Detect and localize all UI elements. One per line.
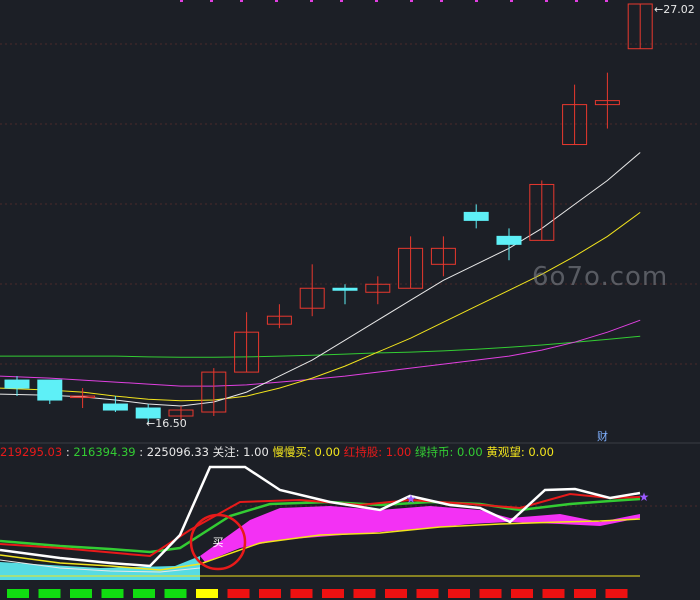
candle-body-0 bbox=[4, 379, 30, 389]
candlesticks bbox=[4, 3, 653, 424]
top-dash-0 bbox=[180, 0, 183, 2]
top-dash-10 bbox=[510, 0, 513, 2]
indicator-guanzhu: 关注: 1.00 bbox=[212, 445, 269, 459]
indicator-lvchi: 绿持币: 0.00 bbox=[415, 445, 483, 459]
indicator-value-1: 219295.03 bbox=[0, 445, 63, 459]
high-price-label: ←27.02 bbox=[654, 3, 695, 16]
sep-1: : bbox=[62, 445, 74, 459]
indicator-panel: ★ ★ 买 bbox=[0, 465, 650, 598]
low-price-label: ←16.50 bbox=[146, 417, 187, 430]
buy-label: 买 bbox=[213, 536, 224, 549]
candle-body-3 bbox=[102, 403, 128, 411]
candle-body-10 bbox=[332, 287, 358, 291]
signal-square-15 bbox=[479, 589, 502, 598]
ma-magenta-line bbox=[0, 319, 641, 387]
signal-square-7 bbox=[227, 589, 250, 598]
sep-2: : bbox=[135, 445, 147, 459]
indicator-huangguan: 黄观望: 0.00 bbox=[486, 445, 554, 459]
signal-square-10 bbox=[322, 589, 344, 598]
top-dash-1 bbox=[210, 0, 213, 2]
signal-square-12 bbox=[385, 589, 407, 598]
top-dash-6 bbox=[375, 0, 378, 2]
indicator-legend: 219295.03 : 216394.39 : 225096.33 关注: 1.… bbox=[0, 443, 700, 461]
top-dash-5 bbox=[340, 0, 343, 2]
candle-body-1 bbox=[37, 379, 63, 401]
top-dash-8 bbox=[440, 0, 443, 2]
top-dash-13 bbox=[605, 0, 608, 2]
signal-square-3 bbox=[101, 589, 124, 598]
signal-square-19 bbox=[605, 589, 628, 598]
indicator-hongchi: 红持股: 1.00 bbox=[343, 445, 412, 459]
signal-square-16 bbox=[511, 589, 533, 598]
top-dash-9 bbox=[475, 0, 478, 2]
signal-square-5 bbox=[164, 589, 187, 598]
signal-square-18 bbox=[574, 589, 596, 598]
signal-square-9 bbox=[290, 589, 313, 598]
candle-body-14 bbox=[463, 211, 489, 221]
signal-square-11 bbox=[353, 589, 376, 598]
signal-square-14 bbox=[448, 589, 470, 598]
top-dash-11 bbox=[545, 0, 548, 2]
top-dashes bbox=[180, 0, 608, 2]
indicator-manman: 慢慢买: 0.00 bbox=[272, 445, 341, 459]
top-dash-2 bbox=[240, 0, 243, 2]
star-marker-2: ★ bbox=[639, 490, 650, 504]
signal-square-4 bbox=[133, 589, 155, 598]
signal-square-8 bbox=[259, 589, 281, 598]
indicator-value-3: 225096.33 bbox=[146, 445, 209, 459]
ma-green-line bbox=[0, 335, 641, 358]
top-dash-4 bbox=[310, 0, 313, 2]
stock-chart: ←27.02 ←16.50 ★ ★ 买 bbox=[0, 0, 700, 598]
indicator-value-2: 216394.39 bbox=[73, 445, 136, 459]
price-labels: ←27.02 ←16.50 bbox=[146, 3, 695, 430]
top-dash-12 bbox=[575, 0, 578, 2]
candle-body-15 bbox=[496, 235, 522, 245]
top-dash-7 bbox=[410, 0, 413, 2]
top-dash-3 bbox=[275, 0, 278, 2]
signal-square-17 bbox=[542, 589, 565, 598]
signal-square-1 bbox=[38, 589, 61, 598]
cai-badge: 财 bbox=[597, 430, 608, 443]
signal-square-13 bbox=[416, 589, 439, 598]
signal-square-2 bbox=[70, 589, 92, 598]
star-marker-1: ★ bbox=[406, 492, 417, 506]
watermark: 6o7o.com bbox=[532, 262, 669, 292]
magenta-band bbox=[200, 506, 640, 562]
signal-square-0 bbox=[7, 589, 29, 598]
signal-square-6 bbox=[196, 589, 218, 598]
